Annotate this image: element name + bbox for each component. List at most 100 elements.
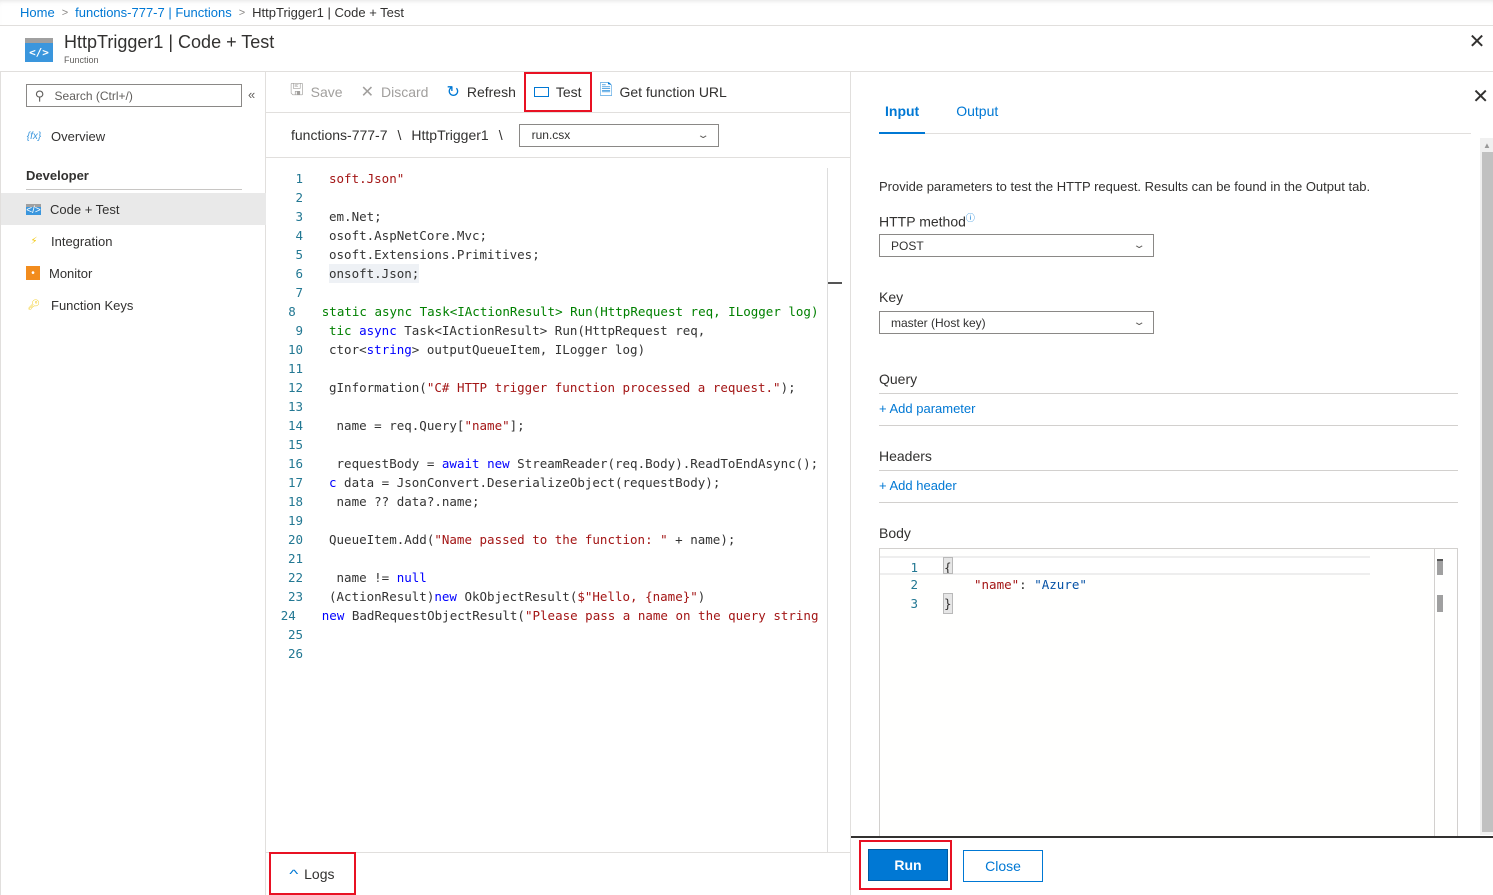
code-token: + name); [667,532,736,547]
code-text: onsoft.Json; [329,264,420,283]
code-text: QueueItem.Add("Name passed to the functi… [329,530,735,549]
sidebar-item-code-test[interactable]: </> Code + Test [1,193,266,225]
scrollbar-thumb[interactable] [1482,152,1493,832]
chevron-up-icon: ^ [288,866,298,881]
search-input[interactable]: ⚲ Search (Ctrl+/) [26,84,242,107]
run-button[interactable]: Run [868,849,948,881]
code-token: requestBody = [329,456,442,471]
code-token: soft.Json" [329,171,405,186]
code-text: new BadRequestObjectResult("Please pass … [322,606,826,625]
logs-toggle-button[interactable]: ^ Logs [269,852,356,895]
line-number: 10 [287,342,303,357]
file-select-value: run.csx [531,128,571,142]
panel-description: Provide parameters to test the HTTP requ… [879,179,1371,194]
editor-overview-marker [828,282,842,284]
sidebar: ⚲ Search (Ctrl+/) « {fx} Overview Develo… [0,72,266,895]
sidebar-item-function-keys[interactable]: 🔑︎ Function Keys [1,289,266,321]
line-number: 18 [287,494,303,509]
test-label: Test [555,84,582,100]
editor-scrollbar[interactable] [827,168,828,852]
code-token: onsoft.Json; [329,266,420,281]
save-button[interactable]: 🖫 Save [290,77,343,107]
code-line: 18 name ?? data?.name; [266,492,826,511]
code-line: 11 [266,359,826,378]
code-token: ctor< [329,342,367,357]
discard-icon: ✕ [360,84,374,101]
collapse-sidebar-icon[interactable]: « [248,87,255,102]
breadcrumb-separator: > [238,6,246,19]
info-icon[interactable]: ⓘ [966,213,975,223]
sidebar-item-overview[interactable]: {fx} Overview [1,120,266,152]
search-placeholder: Search (Ctrl+/) [54,88,133,103]
discard-button[interactable]: ✕ Discard [361,77,429,107]
code-token: string [366,342,412,357]
breadcrumb-functions[interactable]: functions-777-7 | Functions [75,5,232,20]
get-function-url-button[interactable]: 🗎 Get function URL [600,77,727,107]
page-subtitle: Function [64,55,99,65]
body-scrollbar-marker[interactable] [1437,595,1443,612]
code-line: 10 ctor<string> outputQueueItem, ILogger … [266,340,826,359]
code-token: QueueItem.Add( [329,532,435,547]
body-editor[interactable]: 1 { 2 "name": "Azure" 3 } [879,548,1458,838]
line-number: 11 [287,361,303,376]
code-line: 20 QueueItem.Add("Name passed to the func… [266,530,826,549]
add-parameter-link[interactable]: + Add parameter [879,401,975,416]
page-header: </> HttpTrigger1 | Code + Test Function … [0,26,1493,72]
save-icon: 🖫 [290,81,304,99]
run-highlight: Run [859,840,952,890]
sidebar-item-label: Function Keys [51,297,134,313]
body-label: Body [879,525,911,541]
test-button[interactable]: Test [523,72,592,112]
panel-scrollbar[interactable]: ▲ [1480,138,1493,835]
divider [26,189,242,190]
tab-input[interactable]: Input [879,101,926,134]
code-text: ctor<string> outputQueueItem, ILogger lo… [329,340,645,359]
close-icon[interactable]: ✕ [1472,84,1489,109]
code-token: new [321,608,345,623]
code-token: "Please pass a name on the query string [524,608,826,623]
save-label: Save [310,84,343,100]
search-icon: ⚲ [35,87,45,103]
add-header-link[interactable]: + Add header [879,478,957,493]
line-number: 2 [295,190,303,205]
tab-output[interactable]: Output [950,101,1004,134]
code-line: 16 requestBody = await new StreamReader(… [266,454,826,473]
file-path: functions-777-7 \ HttpTrigger1 \ run.csx… [266,113,850,158]
code-line: 26 [266,644,826,663]
code-line: 3 em.Net; [266,207,826,226]
code-token: Task<IActionResult> Run(HttpRequest req, [396,323,706,338]
path-app: functions-777-7 [291,127,388,143]
line-number: 9 [295,323,303,338]
body-editor-ruler [1434,549,1435,837]
code-line: 25 [266,625,826,644]
query-label: Query [879,371,918,387]
body-line: 2 "name": "Azure" [880,575,1086,594]
code-token: name ?? data?.name; [329,494,480,509]
sidebar-item-integration[interactable]: ⚡ Integration [1,225,266,257]
code-line: 24 new BadRequestObjectResult("Please pas… [266,606,826,625]
divider [879,425,1458,426]
code-text: requestBody = await new StreamReader(req… [329,454,819,473]
refresh-button[interactable]: ↻ Refresh [446,77,515,107]
close-button[interactable]: Close [963,850,1043,882]
code-token: name != [329,570,397,585]
http-method-select[interactable]: POST ⌄ [879,234,1154,257]
code-token: data = JsonConvert.DeserializeObject(req… [336,475,721,490]
code-line: 1 soft.Json" [266,169,826,188]
breadcrumb-home[interactable]: Home [20,5,55,20]
sidebar-item-label: Integration [51,233,113,249]
line-number: 1 [295,171,303,186]
body-scrollbar-marker[interactable] [1437,559,1443,575]
refresh-icon: ↻ [446,84,460,101]
line-number: 15 [287,437,303,452]
code-line: 5 osoft.Extensions.Primitives; [266,245,826,264]
code-token: await [441,456,480,471]
key-select[interactable]: master (Host key) ⌄ [879,311,1154,334]
close-icon[interactable]: ✕ [1467,32,1487,52]
sidebar-item-monitor[interactable]: • Monitor [1,257,266,289]
scroll-up-icon[interactable]: ▲ [1483,141,1491,150]
file-select[interactable]: run.csx ⌄ [518,123,719,147]
key-value: master (Host key) [891,315,986,330]
code-editor[interactable]: 1 soft.Json" 2 3 em.Net; 4 osoft.AspNetCore.Mv… [266,158,850,852]
line-number: 6 [295,266,303,281]
